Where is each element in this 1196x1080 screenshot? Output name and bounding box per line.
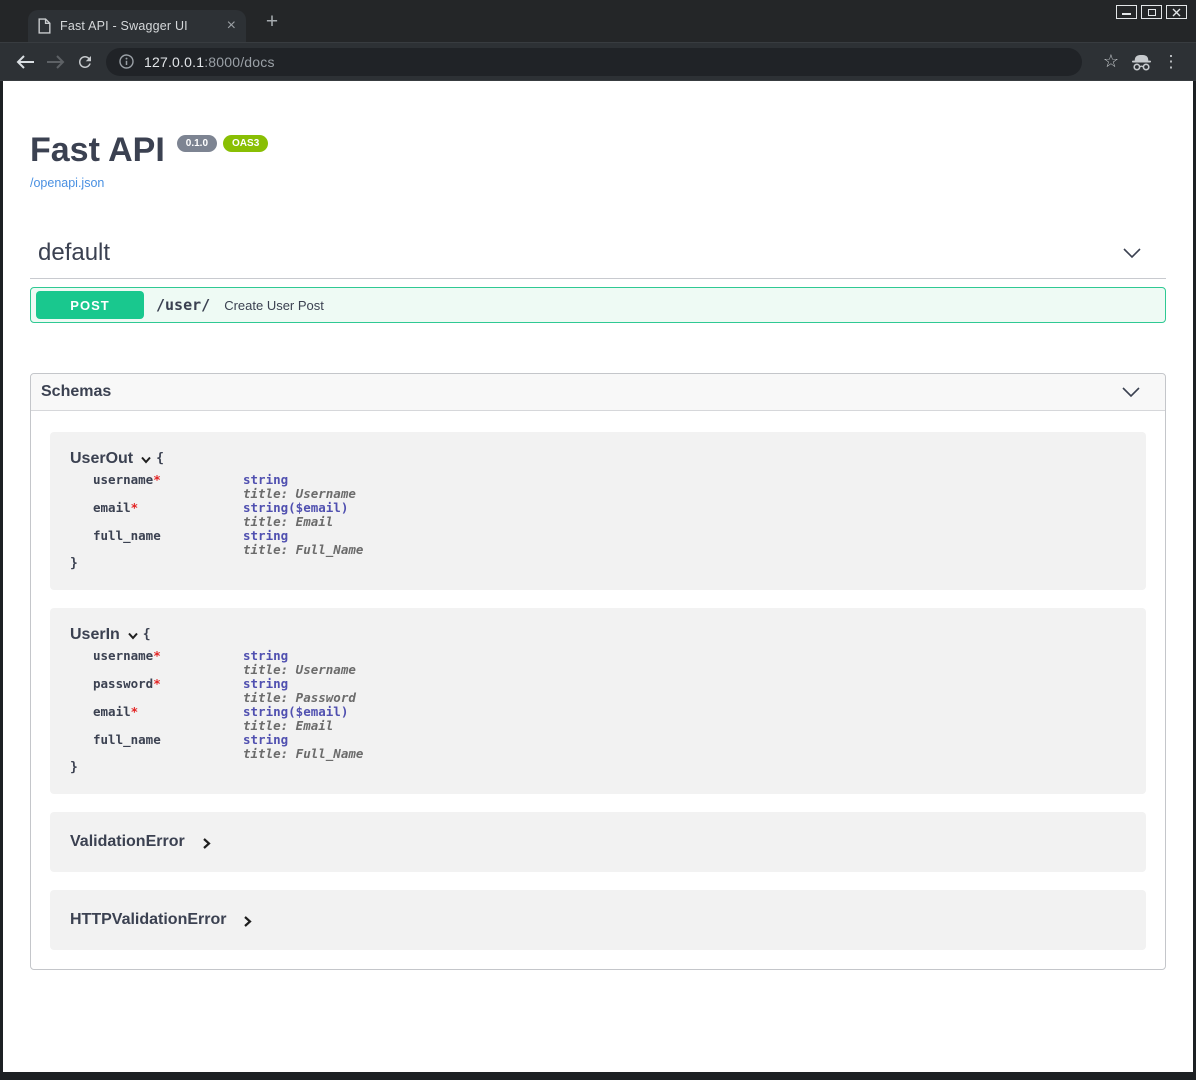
- new-tab-button[interactable]: +: [260, 10, 284, 34]
- required-star: *: [153, 472, 161, 487]
- schema-property: email* string($email)title: Email: [93, 501, 1126, 529]
- forward-button[interactable]: [40, 48, 70, 76]
- required-star: *: [131, 704, 139, 719]
- document-favicon-icon: [38, 18, 51, 34]
- swagger-page: Fast API 0.1.0 OAS3 /openapi.json defaul…: [3, 81, 1193, 1072]
- bookmark-star-button[interactable]: ☆: [1096, 48, 1126, 76]
- schemas-header[interactable]: Schemas: [31, 374, 1165, 411]
- required-star: *: [153, 676, 161, 691]
- maximize-button[interactable]: [1141, 5, 1162, 19]
- tab-close-icon[interactable]: ×: [227, 18, 236, 34]
- http-method-badge: POST: [36, 291, 144, 319]
- close-icon: [1172, 8, 1181, 17]
- reload-button[interactable]: [70, 48, 100, 76]
- menu-kebab-button[interactable]: ⋮: [1156, 48, 1186, 76]
- schemas-heading: Schemas: [41, 383, 111, 401]
- chevron-right-icon: [243, 915, 252, 928]
- browser-window: Fast API - Swagger UI × +: [0, 0, 1196, 1080]
- model-userout-toggle[interactable]: UserOut {: [70, 449, 1126, 469]
- schemas-section: Schemas UserOut {: [30, 373, 1166, 970]
- openapi-spec-link[interactable]: /openapi.json: [30, 176, 104, 190]
- close-brace: }: [70, 761, 1126, 775]
- tab-title: Fast API - Swagger UI: [60, 19, 221, 33]
- close-brace: }: [70, 557, 1126, 571]
- schema-property: full_name stringtitle: Full_Name: [93, 529, 1126, 557]
- url-host: 127.0.0.1: [144, 54, 204, 70]
- window-border-bottom: [0, 1072, 1196, 1080]
- opblock-post-user[interactable]: POST /user/ Create User Post: [30, 287, 1166, 323]
- model-validationerror: ValidationError: [50, 812, 1146, 872]
- schema-property: full_name stringtitle: Full_Name: [93, 733, 1126, 761]
- url-path: :8000/docs: [204, 54, 275, 70]
- page-title: Fast API: [30, 128, 165, 172]
- endpoint-path: /user/: [156, 296, 210, 314]
- address-bar[interactable]: 127.0.0.1:8000/docs: [106, 48, 1082, 76]
- incognito-icon: [1126, 48, 1156, 76]
- forward-arrow-icon: [46, 55, 65, 69]
- titlebar: Fast API - Swagger UI × +: [0, 0, 1196, 42]
- oas3-badge: OAS3: [223, 135, 268, 152]
- endpoint-summary: Create User Post: [224, 298, 324, 313]
- schema-property: username* stringtitle: Username: [93, 473, 1126, 501]
- tag-name: default: [38, 239, 110, 267]
- info-icon: [119, 54, 134, 69]
- window-controls: [1116, 5, 1187, 19]
- api-info: Fast API 0.1.0 OAS3 /openapi.json: [30, 128, 1166, 192]
- browser-toolbar: 127.0.0.1:8000/docs ☆ ⋮: [0, 42, 1196, 81]
- schema-property: username* stringtitle: Username: [93, 649, 1126, 677]
- model-validationerror-toggle[interactable]: ValidationError: [70, 832, 1126, 852]
- model-userin: UserIn { username* stringtitle: Username…: [50, 608, 1146, 794]
- model-httpvalidationerror: HTTPValidationError: [50, 890, 1146, 950]
- required-star: *: [131, 500, 139, 515]
- schema-property: email* string($email)title: Email: [93, 705, 1126, 733]
- open-brace: {: [156, 449, 164, 469]
- minimize-icon: [1122, 13, 1131, 15]
- maximize-icon: [1148, 9, 1156, 16]
- chevron-down-icon: [140, 456, 152, 464]
- chevron-down-icon: [127, 632, 139, 640]
- minimize-button[interactable]: [1116, 5, 1137, 19]
- chevron-down-icon: [1121, 386, 1141, 398]
- required-star: *: [153, 648, 161, 663]
- open-brace: {: [143, 625, 151, 645]
- chevron-right-icon: [202, 837, 211, 850]
- schema-property: password* stringtitle: Password: [93, 677, 1126, 705]
- chevron-down-icon: [1122, 247, 1142, 259]
- version-badge: 0.1.0: [177, 135, 217, 152]
- browser-tab[interactable]: Fast API - Swagger UI ×: [28, 10, 246, 42]
- model-userin-toggle[interactable]: UserIn {: [70, 625, 1126, 645]
- back-arrow-icon: [16, 55, 35, 69]
- close-button[interactable]: [1166, 5, 1187, 19]
- back-button[interactable]: [10, 48, 40, 76]
- tag-section-header[interactable]: default: [30, 239, 1166, 279]
- model-userout: UserOut { username* stringtitle: Usernam…: [50, 432, 1146, 590]
- reload-icon: [76, 53, 94, 71]
- model-httpvalidationerror-toggle[interactable]: HTTPValidationError: [70, 910, 1126, 930]
